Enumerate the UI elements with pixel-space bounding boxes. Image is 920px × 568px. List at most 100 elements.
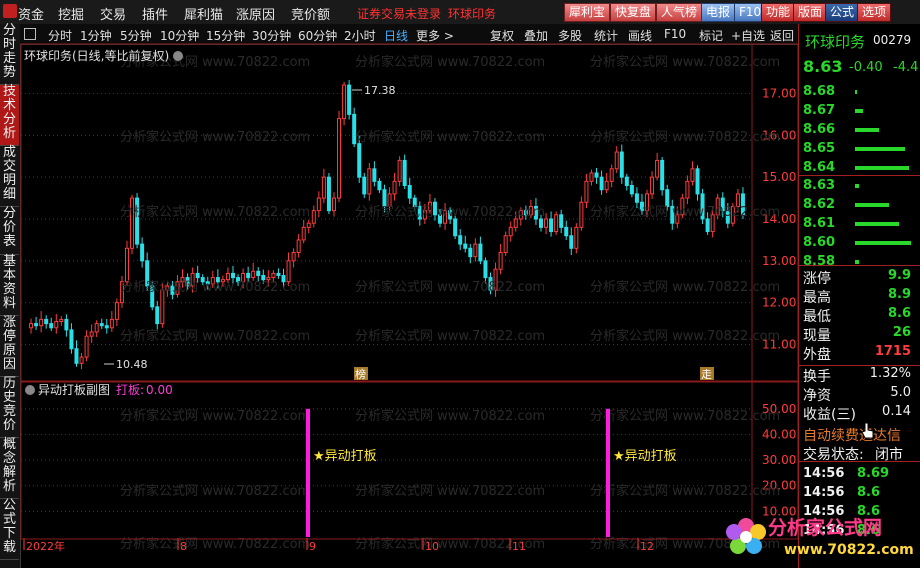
watermark-text: 分析家公式网 www.70822.com [120, 328, 310, 344]
signal-label: ★异动打板 [313, 449, 377, 464]
indicator-menu-icon[interactable] [25, 385, 35, 395]
book-price: 8.68 [803, 84, 836, 99]
watermark-text: 分析家公式网 www.70822.com [120, 536, 310, 552]
stat-value: 8.6 [887, 306, 911, 321]
x-tick-label: 11 [512, 540, 526, 553]
candle-body [544, 218, 549, 228]
candle-body [458, 235, 463, 245]
trading-state-label: 交易状态: [803, 447, 864, 463]
current-price: 8.63 [803, 57, 843, 76]
stat-value: 5.0 [890, 385, 911, 400]
watermark-text: 分析家公式网 www.70822.com [355, 408, 545, 424]
candle-body [483, 260, 488, 279]
title-dropdown-icon[interactable] [173, 51, 183, 61]
candle-body [584, 180, 589, 203]
low-price-label: 10.48 [116, 358, 148, 371]
candle-body [650, 176, 655, 195]
candle-body [614, 151, 619, 170]
cursor-hand-icon [861, 422, 874, 439]
x-tick-label: 12 [640, 540, 654, 553]
watermark-text: 分析家公式网 www.70822.com [590, 279, 780, 295]
candle-body [64, 318, 69, 331]
candle-body [589, 172, 594, 182]
candle-body [89, 331, 94, 337]
indicator-tick-label: 30.00 [762, 453, 796, 467]
candle-body [155, 306, 160, 325]
stock-code: 00279 [873, 33, 912, 47]
indicator-tick-label: 40.00 [762, 427, 796, 441]
stat-value: 1715 [874, 344, 911, 359]
candle-body [311, 210, 316, 224]
x-tick-label: 8 [180, 540, 187, 553]
candle-body [629, 185, 634, 195]
candle-body [407, 185, 412, 199]
price-change-pct: -4.4 [893, 60, 919, 75]
candle-body [286, 260, 291, 283]
signal-bar [606, 408, 610, 537]
candle-body [321, 176, 326, 199]
book-price: 8.65 [803, 141, 836, 156]
book-price: 8.67 [803, 103, 836, 118]
watermark-text: 分析家公式网 www.70822.com [120, 483, 310, 499]
candle-body [503, 235, 508, 253]
quote-panel: 环球印务 00279 8.63 -0.40 -4.4 8.68 8.67 8.66 8… [798, 24, 920, 568]
candle-body [342, 84, 347, 120]
book-volume-bar [855, 128, 879, 132]
candle-body [377, 180, 382, 191]
chart-canvas[interactable]: 11.0012.0013.0014.0015.0016.0017.0010.00… [0, 0, 798, 568]
candle-body [397, 159, 402, 182]
candle-body [114, 302, 119, 320]
candle-body [79, 356, 84, 364]
candle-body [271, 272, 276, 279]
candle-body [559, 214, 564, 228]
book-volume-bar [855, 222, 899, 226]
watermark-text: 分析家公式网 www.70822.com [120, 279, 310, 295]
stat-value: 9.9 [887, 268, 911, 283]
options-button[interactable]: 选项 [857, 3, 892, 22]
book-volume-bar [855, 260, 859, 264]
candle-body [473, 243, 478, 258]
candle-body [554, 214, 559, 233]
price-tick-label: 13.00 [762, 254, 796, 268]
candle-body [337, 118, 342, 199]
candle-body [99, 323, 104, 327]
candle-body [296, 239, 301, 253]
candle-body [347, 84, 352, 115]
price-tick-label: 15.00 [762, 170, 796, 184]
candle-body [74, 348, 79, 364]
price-change: -0.40 [849, 60, 883, 75]
watermark-text: 分析家公式网 www.70822.com [590, 408, 780, 424]
x-tick-label: 9 [309, 540, 316, 553]
candle-body [59, 318, 64, 323]
layout-button[interactable]: 版面 [793, 3, 828, 22]
candle-body [44, 318, 49, 325]
candle-body [690, 168, 695, 182]
candle-body [498, 251, 503, 270]
tick-price: 8.69 [857, 466, 890, 481]
formula-button[interactable]: 公式 [825, 3, 860, 22]
candle-body [468, 247, 473, 258]
candle-body [326, 176, 331, 212]
watermark-text: 分析家公式网 www.70822.com [355, 204, 545, 220]
stat-value: 0.14 [882, 404, 911, 419]
candle-body [276, 272, 281, 276]
watermark-text: 分析家公式网 www.70822.com [120, 204, 310, 220]
candle-body [599, 176, 604, 191]
candle-body [619, 151, 624, 178]
tick-time: 14:56 [803, 466, 845, 481]
candle-body [124, 247, 129, 283]
book-price: 8.66 [803, 122, 836, 137]
stat-value: 1.32% [869, 366, 911, 381]
book-price: 8.60 [803, 235, 836, 250]
candle-body [549, 218, 554, 233]
high-price-label: 17.38 [364, 84, 396, 97]
subscription-note[interactable]: 自动续费通达信 [803, 425, 901, 445]
watermark-text: 分析家公式网 www.70822.com [120, 408, 310, 424]
watermark-text: 分析家公式网 www.70822.com [590, 54, 780, 70]
stat-label: 换手 [803, 369, 831, 385]
stat-label: 外盘 [803, 347, 831, 363]
stock-name: 环球印务 [805, 33, 866, 51]
candle-body [251, 270, 256, 279]
stat-label: 现量 [803, 328, 831, 344]
watermark-text: 分析家公式网 www.70822.com [590, 129, 780, 145]
